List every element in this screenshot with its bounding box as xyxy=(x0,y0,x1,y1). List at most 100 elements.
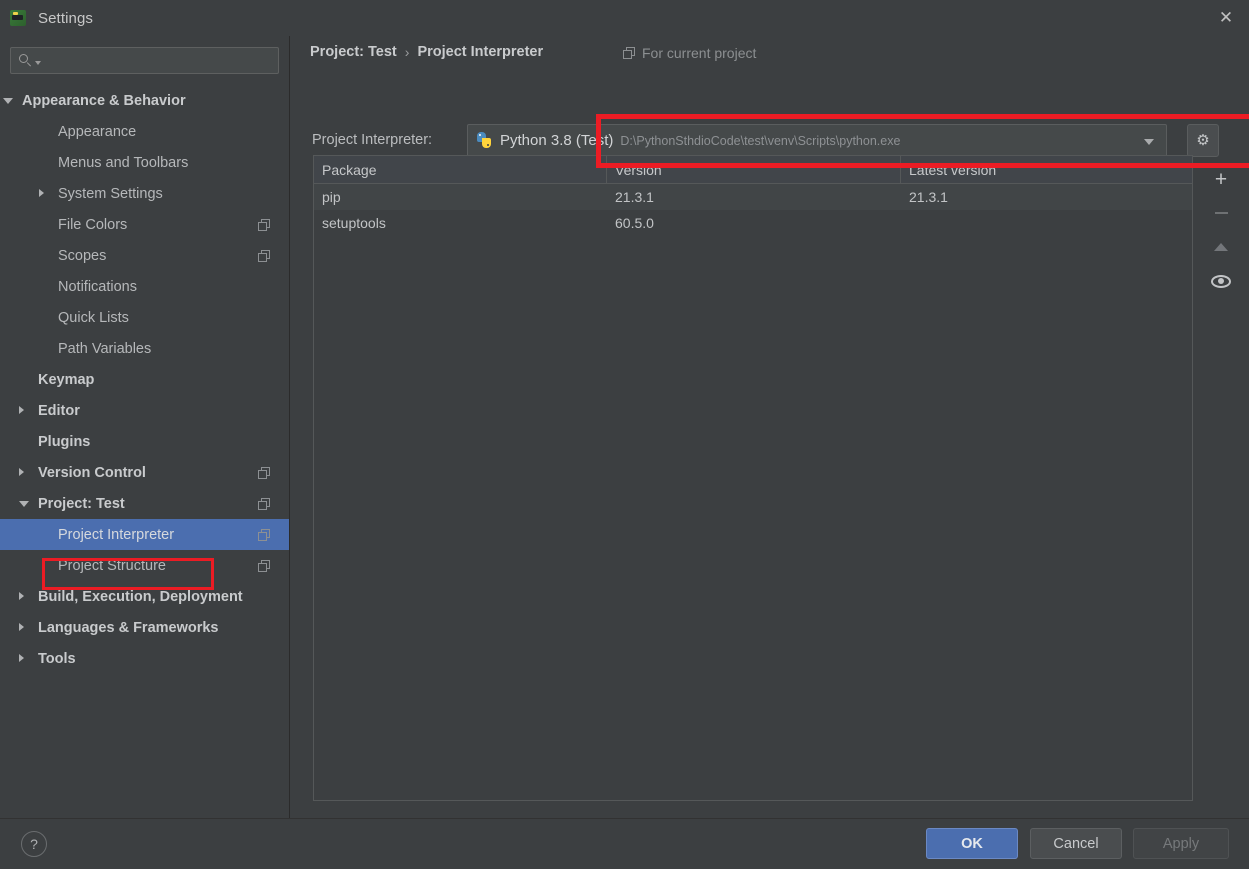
sidebar-item-label: Tools xyxy=(38,650,76,667)
sidebar-item-editor[interactable]: Editor xyxy=(0,395,289,426)
copy-icon xyxy=(623,46,636,60)
sidebar-item-label: System Settings xyxy=(58,185,163,202)
upgrade-package-button[interactable] xyxy=(1206,231,1236,263)
settings-tree: Appearance & Behavior Appearance Menus and… xyxy=(0,85,289,674)
chevron-down-icon[interactable] xyxy=(19,501,29,507)
sidebar-item-keymap[interactable]: Keymap xyxy=(0,364,289,395)
breadcrumb: Project: Test › Project Interpreter xyxy=(310,44,543,60)
sidebar-item-label: Project: Test xyxy=(38,495,125,512)
sidebar-item-label: Appearance & Behavior xyxy=(22,92,186,109)
sidebar-item-system-settings[interactable]: System Settings xyxy=(0,178,289,209)
interpreter-settings-button[interactable]: ⚙ xyxy=(1187,124,1219,157)
table-row[interactable]: pip 21.3.1 21.3.1 xyxy=(314,184,1192,210)
cell-latest: 21.3.1 xyxy=(909,189,948,205)
sidebar-item-scopes[interactable]: Scopes xyxy=(0,240,289,271)
show-early-releases-button[interactable] xyxy=(1206,265,1236,297)
sidebar-item-label: Menus and Toolbars xyxy=(58,154,189,171)
sidebar-item-menus-and-toolbars[interactable]: Menus and Toolbars xyxy=(0,147,289,178)
cell-latest xyxy=(901,210,1192,236)
sidebar-item-notifications[interactable]: Notifications xyxy=(0,271,289,302)
for-current-project-label: For current project xyxy=(623,45,756,61)
chevron-right-icon[interactable] xyxy=(39,189,44,197)
sidebar-item-version-control[interactable]: Version Control xyxy=(0,457,289,488)
chevron-right-icon[interactable] xyxy=(19,406,24,414)
sidebar-item-label: Editor xyxy=(38,402,80,419)
pycharm-icon xyxy=(10,10,26,26)
gear-icon: ⚙ xyxy=(1196,132,1210,149)
package-toolbar: + xyxy=(1194,155,1248,801)
settings-dialog: Settings ✕ Appearance & Behavior Appearan… xyxy=(0,0,1249,869)
sidebar-item-label: Appearance xyxy=(58,123,137,140)
table-body: pip 21.3.1 21.3.1 setuptools 60.5.0 xyxy=(314,184,1192,236)
sidebar-item-plugins[interactable]: Plugins xyxy=(0,426,289,457)
sidebar-item-file-colors[interactable]: File Colors xyxy=(0,209,289,240)
eye-icon xyxy=(1211,274,1231,288)
cell-package: setuptools xyxy=(322,215,386,231)
chevron-right-icon[interactable] xyxy=(19,623,24,631)
sidebar-item-path-variables[interactable]: Path Variables xyxy=(0,333,289,364)
cancel-button[interactable]: Cancel xyxy=(1030,828,1122,859)
copy-icon xyxy=(258,559,271,573)
copy-icon xyxy=(258,466,271,480)
sidebar-item-appearance[interactable]: Appearance xyxy=(0,116,289,147)
remove-package-button[interactable] xyxy=(1206,197,1236,229)
table-row[interactable]: setuptools 60.5.0 xyxy=(314,210,1192,236)
settings-content: Project: Test › Project Interpreter For … xyxy=(291,36,1249,818)
sidebar-item-project-structure[interactable]: Project Structure xyxy=(0,550,289,581)
sidebar-item-quick-lists[interactable]: Quick Lists xyxy=(0,302,289,333)
breadcrumb-root[interactable]: Project: Test xyxy=(310,44,397,60)
sidebar-item-label: Project Structure xyxy=(58,557,166,574)
chevron-right-icon[interactable] xyxy=(19,468,24,476)
apply-button[interactable]: Apply xyxy=(1133,828,1229,859)
column-header-latest-version[interactable]: Latest version xyxy=(901,156,1192,183)
chevron-right-icon[interactable] xyxy=(19,592,24,600)
breadcrumb-leaf: Project Interpreter xyxy=(417,44,544,60)
column-header-version[interactable]: Version xyxy=(607,156,901,183)
table-header-row: Package Version Latest version xyxy=(314,156,1192,184)
sidebar-item-label: Keymap xyxy=(38,371,95,388)
sidebar-item-project-test[interactable]: Project: Test xyxy=(0,488,289,519)
sidebar-item-label: Path Variables xyxy=(58,340,152,357)
sidebar-item-tools[interactable]: Tools xyxy=(0,643,289,674)
cell-package: pip xyxy=(322,189,341,205)
sidebar-item-label: Version Control xyxy=(38,464,146,481)
interpreter-name: Python 3.8 (Test) xyxy=(500,132,614,149)
sidebar-item-label: Plugins xyxy=(38,433,91,450)
copy-icon xyxy=(258,528,271,542)
chevron-down-icon[interactable] xyxy=(1144,138,1154,145)
sidebar-item-languages-frameworks[interactable]: Languages & Frameworks xyxy=(0,612,289,643)
settings-sidebar: Appearance & Behavior Appearance Menus and… xyxy=(0,36,290,818)
copy-icon xyxy=(258,249,271,263)
close-icon[interactable]: ✕ xyxy=(1203,0,1249,34)
chevron-right-icon[interactable] xyxy=(19,654,24,662)
chevron-down-icon[interactable] xyxy=(3,98,13,104)
for-current-project-text: For current project xyxy=(642,45,757,61)
project-interpreter-dropdown[interactable]: Python 3.8 (Test) D:\PythonSthdioCode\te… xyxy=(467,124,1167,157)
sidebar-item-label: File Colors xyxy=(58,216,128,233)
title-bar: Settings ✕ xyxy=(0,0,1249,36)
column-header-package[interactable]: Package xyxy=(314,156,607,183)
search-input[interactable] xyxy=(41,53,278,68)
sidebar-item-label: Build, Execution, Deployment xyxy=(38,588,243,605)
breadcrumb-separator: › xyxy=(404,44,410,60)
sidebar-item-build-execution-deployment[interactable]: Build, Execution, Deployment xyxy=(0,581,289,612)
cell-version: 21.3.1 xyxy=(615,189,654,205)
copy-icon xyxy=(258,497,271,511)
help-button[interactable]: ? xyxy=(21,831,47,857)
ok-button[interactable]: OK xyxy=(926,828,1018,859)
packages-table: Package Version Latest version pip 21.3.1… xyxy=(313,155,1193,801)
sidebar-item-label: Scopes xyxy=(58,247,107,264)
copy-icon xyxy=(258,218,271,232)
sidebar-item-label: Notifications xyxy=(58,278,137,295)
project-interpreter-label: Project Interpreter: xyxy=(312,132,433,148)
sidebar-item-label: Project Interpreter xyxy=(58,526,175,543)
dialog-footer: ? OK Cancel Apply xyxy=(0,818,1249,869)
sidebar-item-appearance-behavior[interactable]: Appearance & Behavior xyxy=(0,85,289,116)
python-icon xyxy=(476,132,493,149)
sidebar-item-label: Quick Lists xyxy=(58,309,129,326)
search-field[interactable] xyxy=(10,47,279,74)
sidebar-item-label: Languages & Frameworks xyxy=(38,619,219,636)
add-package-button[interactable]: + xyxy=(1206,163,1236,195)
window-title: Settings xyxy=(38,9,93,27)
sidebar-item-project-interpreter[interactable]: Project Interpreter xyxy=(0,519,289,550)
